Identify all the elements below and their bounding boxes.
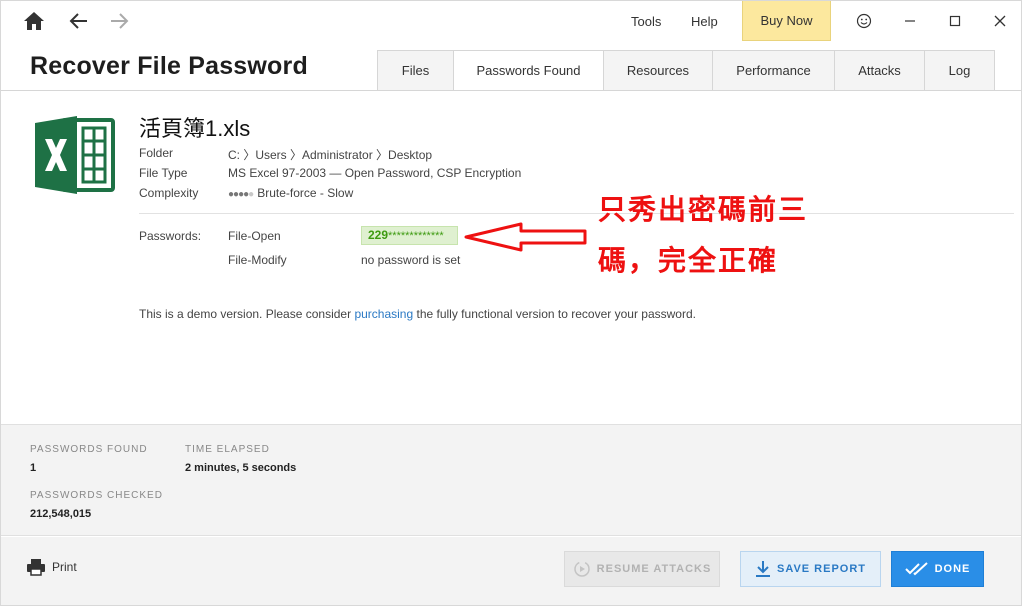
smiley-icon[interactable] [852, 9, 876, 33]
tab-log[interactable]: Log [924, 50, 995, 91]
file-modify-label: File-Modify [228, 253, 287, 267]
tab-performance[interactable]: Performance [712, 50, 834, 91]
passwords-checked-value: 212,548,015 [30, 508, 92, 520]
passwords-label: Passwords: [139, 229, 202, 243]
passwords-checked-label: PASSWORDS CHECKED [30, 490, 163, 501]
maximize-icon[interactable] [943, 9, 967, 33]
double-check-icon [904, 562, 928, 576]
complexity-value: ●●●●● Brute-force - Slow [228, 186, 353, 200]
back-arrow-icon[interactable] [67, 9, 91, 33]
file-open-label: File-Open [228, 229, 281, 243]
app-window: Tools Help Buy Now Recover File Password… [0, 0, 1022, 606]
tab-resources[interactable]: Resources [603, 50, 712, 91]
password-prefix: 229 [368, 228, 389, 242]
done-button[interactable]: DONE [891, 551, 984, 587]
done-label: DONE [934, 563, 971, 575]
time-elapsed-label: TIME ELAPSED [185, 444, 270, 455]
passwords-found-value: 1 [30, 462, 37, 474]
section-divider [139, 213, 1014, 214]
demo-text-before: This is a demo version. Please consider [139, 307, 355, 321]
download-icon [755, 561, 770, 577]
purchasing-link[interactable]: purchasing [354, 307, 413, 321]
file-name: 活頁簿1.xls [139, 116, 251, 141]
resume-icon [573, 561, 590, 577]
time-elapsed-value: 2 minutes, 5 seconds [185, 462, 297, 474]
print-label: Print [52, 560, 77, 574]
complexity-meter: ●●●●● [228, 189, 254, 200]
demo-notice: This is a demo version. Please consider … [139, 307, 696, 321]
password-mask: ************* [388, 230, 444, 242]
title-bar: Tools Help Buy Now [1, 1, 1021, 43]
buy-now-button[interactable]: Buy Now [742, 1, 831, 41]
home-icon[interactable] [22, 9, 46, 33]
forward-arrow-icon[interactable] [107, 9, 131, 33]
page-title: Recover File Password [30, 52, 308, 80]
file-open-password[interactable]: 229************* [361, 226, 458, 245]
close-icon[interactable] [988, 9, 1012, 33]
resume-attacks-button[interactable]: RESUME ATTACKS [564, 551, 720, 587]
stats-panel: PASSWORDS FOUND 1 TIME ELAPSED 2 minutes… [1, 424, 1021, 536]
annotation-text-line1: 只秀出密碼前三 [598, 194, 809, 225]
header-divider [1, 90, 1021, 91]
save-report-label: SAVE REPORT [776, 563, 867, 575]
help-menu[interactable]: Help [691, 14, 718, 29]
file-type-value: MS Excel 97-2003 — Open Password, CSP En… [228, 166, 522, 180]
passwords-found-label: PASSWORDS FOUND [30, 444, 148, 455]
file-modify-value: no password is set [361, 253, 461, 267]
tab-files[interactable]: Files [377, 50, 453, 91]
tab-passwords-found[interactable]: Passwords Found [453, 50, 603, 91]
print-button[interactable]: Print [26, 558, 77, 576]
printer-icon [27, 559, 45, 576]
resume-attacks-label: RESUME ATTACKS [596, 563, 712, 575]
complexity-label: Complexity [139, 186, 199, 200]
footer-bar: Print RESUME ATTACKS SAVE REPORT DONE [1, 537, 1021, 605]
folder-label: Folder [139, 146, 174, 160]
complexity-text: Brute-force - Slow [257, 186, 354, 200]
minimize-icon[interactable] [898, 9, 922, 33]
tools-menu[interactable]: Tools [631, 14, 661, 29]
excel-file-icon [35, 114, 115, 196]
save-report-button[interactable]: SAVE REPORT [740, 551, 881, 587]
folder-path: C: 〉Users 〉Administrator 〉Desktop [228, 148, 433, 162]
file-type-label: File Type [139, 166, 188, 180]
tab-attacks[interactable]: Attacks [834, 50, 924, 91]
tab-bar: Files Passwords Found Resources Performa… [377, 50, 995, 91]
annotation-arrow-icon [464, 222, 587, 252]
annotation-text-line2: 碼，完全正確 [598, 245, 779, 276]
demo-text-after: the fully functional version to recover … [413, 307, 696, 321]
